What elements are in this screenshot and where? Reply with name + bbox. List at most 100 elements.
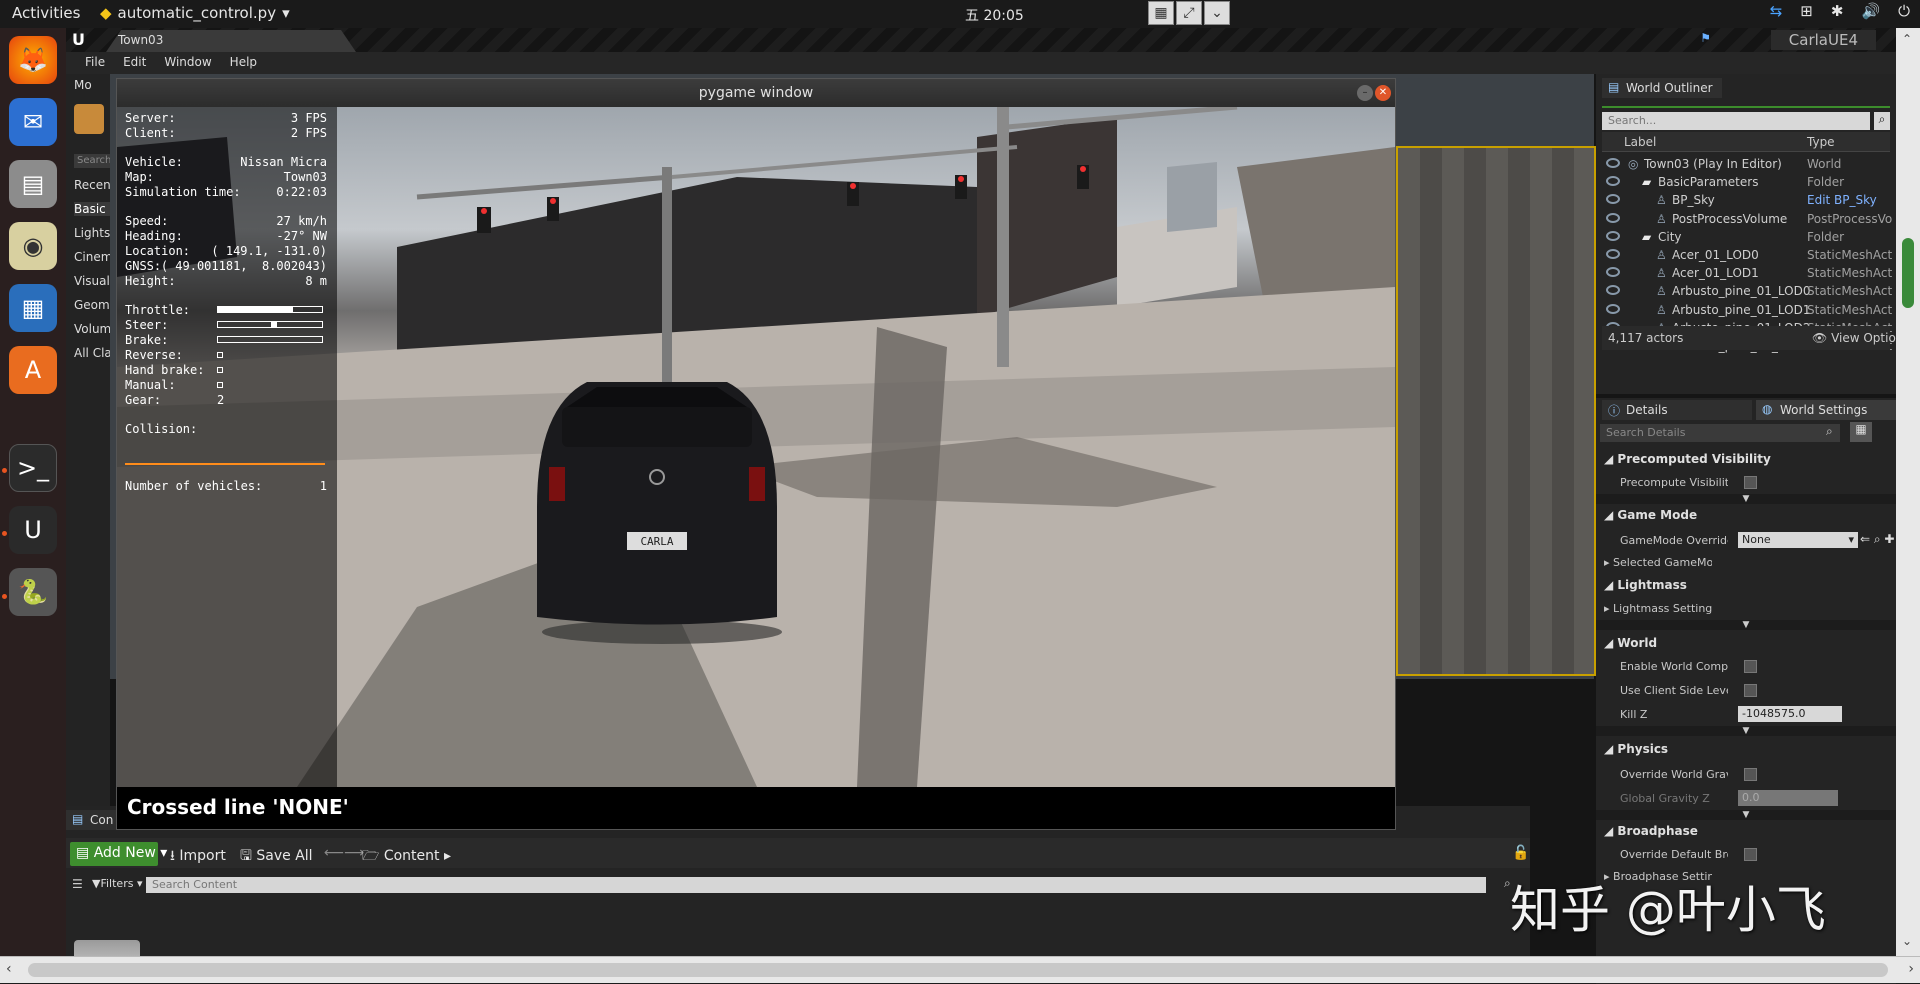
modes-item-lights[interactable]: Lights — [74, 226, 114, 240]
grid-view-icon[interactable]: ▦ — [1850, 422, 1872, 442]
power-icon[interactable]: ⏻ — [1898, 2, 1910, 20]
view-options-button[interactable]: 👁 View Options — [1812, 331, 1910, 345]
gamemode-actions[interactable]: ⇐ ⌕ ✚ — [1860, 532, 1894, 547]
modes-item-geometry[interactable]: Geome — [74, 298, 114, 312]
world-outliner-tab[interactable]: ▤ World Outliner — [1602, 78, 1722, 98]
pygame-title-bar[interactable]: pygame window – ✕ — [117, 79, 1395, 107]
horizontal-scrollbar[interactable]: ‹ › — [0, 956, 1920, 983]
section-physics[interactable]: ◢ Physics — [1604, 742, 1668, 756]
visibility-eye-icon[interactable] — [1606, 303, 1620, 314]
outliner-row[interactable]: ♙ BP_Sky Edit BP_Sky — [1602, 192, 1890, 210]
section-lightmass[interactable]: ◢ Lightmass — [1604, 578, 1687, 592]
close-icon[interactable]: ✕ — [1375, 85, 1391, 101]
outliner-search-input[interactable]: Search... — [1602, 112, 1870, 130]
expand-arrow-icon[interactable]: ▼ — [1596, 494, 1896, 504]
visibility-eye-icon[interactable] — [1606, 176, 1620, 187]
visibility-eye-icon[interactable] — [1606, 249, 1620, 259]
kill-z-input[interactable]: -1048575.0 — [1738, 706, 1842, 722]
section-game-mode[interactable]: ◢ Game Mode — [1604, 508, 1697, 522]
filters-button[interactable]: ▼Filters ▾ — [92, 877, 142, 890]
firefox-icon[interactable]: 🦊 — [9, 36, 57, 84]
volume-icon[interactable]: 🔊 — [1861, 2, 1880, 20]
outliner-row[interactable]: ◎ Town03 (Play In Editor) World — [1602, 156, 1890, 174]
menu-window[interactable]: Window — [155, 52, 220, 74]
details-search-input[interactable]: Search Details — [1600, 424, 1840, 442]
modes-item-recent[interactable]: Recent — [74, 178, 114, 192]
scroll-right-icon[interactable]: › — [1908, 961, 1914, 977]
outliner-row[interactable]: ▰ BasicParameters Folder — [1602, 174, 1890, 192]
teamviewer-icon[interactable]: ⇆ — [1770, 2, 1783, 20]
place-mode-icon[interactable] — [74, 104, 104, 134]
resize-icon[interactable]: ⤢ — [1176, 1, 1202, 25]
search-icon[interactable]: ⌕ — [1874, 112, 1890, 130]
chevron-down-icon[interactable]: ⌄ — [1204, 1, 1230, 25]
visibility-eye-icon[interactable] — [1606, 230, 1620, 241]
activities-button[interactable]: Activities — [12, 4, 80, 22]
section-broadphase[interactable]: ◢ Broadphase — [1604, 824, 1698, 838]
content-path-breadcrumb[interactable]: 🗁 Content ▸ — [356, 842, 457, 866]
column-type-header[interactable]: Type — [1807, 135, 1835, 149]
modes-item-all-classes[interactable]: All Clas — [74, 346, 114, 360]
writer-icon[interactable]: ▦ — [9, 284, 57, 332]
menu-help[interactable]: Help — [221, 52, 266, 74]
outliner-row[interactable]: ♙ PostProcessVolume PostProcessVolu — [1602, 211, 1892, 229]
scroll-down-icon[interactable]: ⌄ — [1902, 934, 1912, 948]
column-label-header[interactable]: Label — [1624, 135, 1656, 149]
menu-file[interactable]: File — [76, 52, 114, 74]
modes-search-input[interactable]: Search — [74, 154, 114, 168]
modes-tab[interactable]: Mo — [74, 78, 114, 92]
precompute-visibility-checkbox[interactable] — [1744, 476, 1757, 489]
outliner-row[interactable]: ♙ Acer_01_LOD1 StaticMeshActor — [1602, 265, 1892, 283]
outliner-row[interactable]: ♙ Arbusto_pine_01_LOD1StaticMeshActor — [1602, 302, 1892, 320]
override-world-gravity-checkbox[interactable] — [1744, 768, 1757, 781]
content-browser-tab[interactable]: ▤ Con — [66, 810, 116, 830]
modes-item-basic[interactable]: Basic — [74, 202, 114, 216]
add-new-button[interactable]: ▤ Add New ▾ — [70, 842, 167, 866]
modes-item-volumes[interactable]: Volume — [74, 322, 114, 336]
gamemode-override-select[interactable]: None ▾ — [1738, 532, 1858, 548]
minimize-icon[interactable]: – — [1357, 85, 1373, 101]
expand-arrow-icon[interactable]: ▼ — [1596, 620, 1896, 630]
rhythmbox-icon[interactable]: ◉ — [9, 222, 57, 270]
visibility-eye-icon[interactable] — [1606, 285, 1620, 296]
feedback-icon[interactable]: ⚑ — [1700, 31, 1711, 45]
unreal-icon[interactable]: U — [9, 506, 57, 554]
visibility-eye-icon[interactable] — [1606, 158, 1620, 168]
details-tab[interactable]: ⓘ Details — [1602, 400, 1752, 420]
grid-icon[interactable]: ▦ — [1148, 1, 1174, 25]
expand-arrow-icon[interactable]: ▼ — [1596, 726, 1896, 736]
visibility-eye-icon[interactable] — [1606, 212, 1620, 223]
vertical-scroll-thumb[interactable] — [1902, 238, 1914, 308]
horizontal-scroll-thumb[interactable] — [28, 963, 1888, 977]
enable-world-composition-checkbox[interactable] — [1744, 660, 1757, 673]
vertical-scrollbar[interactable]: ⌃ ⌄ — [1896, 28, 1920, 956]
modes-item-cinematic[interactable]: Cinema — [74, 250, 114, 264]
pygame-icon[interactable]: 🐍 — [9, 568, 57, 616]
terminal-icon[interactable]: >_ — [9, 444, 57, 492]
tree-toggle-icon[interactable]: ☰ — [72, 877, 83, 891]
search-icon[interactable]: ⌕ — [1826, 424, 1833, 439]
scroll-up-icon[interactable]: ⌃ — [1902, 32, 1912, 46]
expand-arrow-icon[interactable]: ▼ — [1596, 810, 1896, 820]
network-icon[interactable]: ⊞ — [1800, 2, 1813, 20]
global-gravity-z-input[interactable]: 0.0 — [1738, 790, 1838, 806]
edit-blueprint-link[interactable]: Edit BP_Sky — [1807, 193, 1892, 207]
outliner-row[interactable]: ▰ City Folder — [1602, 229, 1890, 247]
outliner-row[interactable]: ♙ Acer_01_LOD0 StaticMeshActor — [1602, 247, 1892, 265]
section-world[interactable]: ◢ World — [1604, 636, 1657, 650]
override-default-broadphase-checkbox[interactable] — [1744, 848, 1757, 861]
thunderbird-icon[interactable]: ✉ — [9, 98, 57, 146]
bluetooth-icon[interactable]: ✱ — [1831, 2, 1844, 20]
use-client-side-level-checkbox[interactable] — [1744, 684, 1757, 697]
visibility-eye-icon[interactable] — [1606, 194, 1620, 205]
level-tab[interactable]: Town03 — [106, 30, 356, 52]
scroll-left-icon[interactable]: ‹ — [6, 961, 12, 977]
files-icon[interactable]: ▤ — [9, 160, 57, 208]
import-button[interactable]: ⭳ Import — [164, 842, 232, 866]
lock-icon[interactable]: 🔓 — [1506, 842, 1535, 866]
content-search-input[interactable]: Search Content — [146, 877, 1486, 893]
app-menu[interactable]: ◆ automatic_control.py ▾ — [100, 4, 290, 22]
menu-edit[interactable]: Edit — [114, 52, 155, 74]
prop-lightmass-settings[interactable]: ▸ Lightmass Settings — [1604, 602, 1712, 615]
modes-item-visual[interactable]: Visual — [74, 274, 114, 288]
